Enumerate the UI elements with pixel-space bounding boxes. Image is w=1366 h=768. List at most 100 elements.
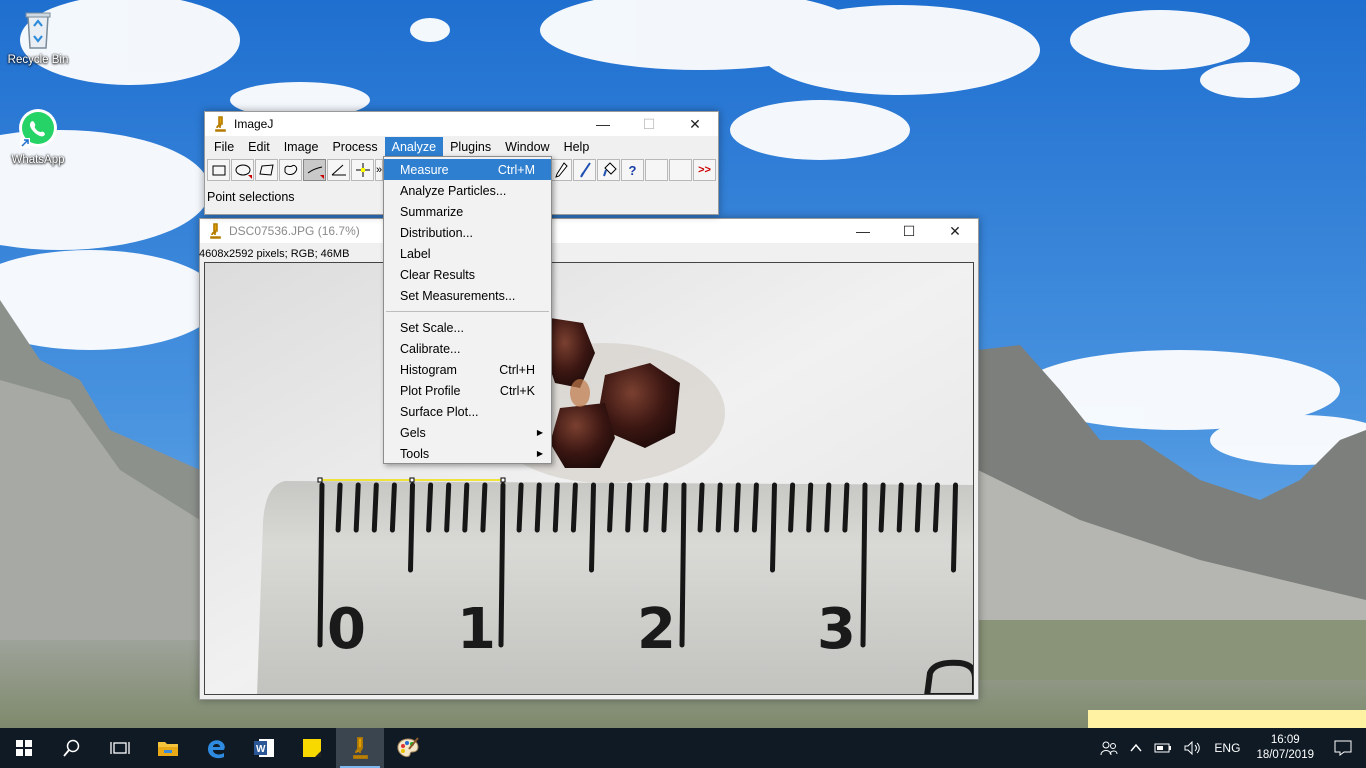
imagej-titlebar[interactable]: ImageJ — ☐ ✕: [205, 112, 718, 136]
ruler-tick: [824, 482, 832, 533]
oval-tool[interactable]: [231, 159, 254, 181]
volume-icon[interactable]: [1178, 741, 1208, 755]
dropper-tool[interactable]: [549, 159, 572, 181]
menu-item-calibrate[interactable]: Calibrate...: [384, 338, 551, 359]
search-button[interactable]: [48, 728, 96, 768]
language-indicator[interactable]: ENG: [1208, 741, 1246, 755]
menu-edit[interactable]: Edit: [241, 137, 277, 157]
desktop-icon-whatsapp[interactable]: WhatsApp: [0, 108, 76, 166]
clock-date: 18/07/2019: [1256, 749, 1314, 761]
imagej-menubar: File Edit Image Process Analyze Plugins …: [205, 136, 718, 158]
paint-button[interactable]: [384, 728, 432, 768]
menu-item-summarize[interactable]: Summarize: [384, 201, 551, 222]
image-canvas[interactable]: 0 1 2 3: [204, 262, 974, 695]
clock[interactable]: 16:09 18/07/2019: [1246, 733, 1324, 763]
battery-icon[interactable]: [1148, 742, 1178, 754]
maximize-button: ☐: [642, 115, 656, 132]
more-tools[interactable]: »: [375, 159, 383, 181]
menu-process[interactable]: Process: [325, 137, 384, 157]
menu-item-set-measurements[interactable]: Set Measurements...: [384, 285, 551, 306]
edge-browser-button[interactable]: [192, 728, 240, 768]
menu-item-set-scale[interactable]: Set Scale...: [384, 317, 551, 338]
ruler-tick: [534, 482, 542, 533]
menu-item-label: Gels: [400, 425, 426, 440]
flood-fill-tool[interactable]: [597, 159, 620, 181]
brush-tool[interactable]: [573, 159, 596, 181]
menu-window[interactable]: Window: [498, 137, 556, 157]
blank-tool-2[interactable]: [669, 159, 692, 181]
selection-handle: [500, 477, 506, 483]
submenu-arrow-icon: ▶: [536, 449, 543, 458]
blank-tool-1[interactable]: [645, 159, 668, 181]
more-tools-menu[interactable]: >>: [693, 159, 716, 181]
file-explorer-button[interactable]: [144, 728, 192, 768]
menu-item-tools[interactable]: Tools ▶: [384, 443, 551, 464]
word-button[interactable]: W: [240, 728, 288, 768]
menu-plugins[interactable]: Plugins: [443, 137, 498, 157]
menu-item-measure[interactable]: Measure Ctrl+M: [384, 159, 551, 180]
ruler-tick: [607, 482, 615, 533]
ruler-tick: [570, 482, 578, 533]
menu-item-label: Label: [400, 246, 431, 261]
minimize-button[interactable]: —: [840, 219, 886, 243]
ruler-tick: [408, 482, 415, 573]
notifications-icon[interactable]: [1324, 740, 1366, 756]
menu-item-surface-plot[interactable]: Surface Plot...: [384, 401, 551, 422]
image-window-titlebar[interactable]: DSC07536.JPG (16.7%) — ☐ ✕: [200, 219, 978, 243]
ruler-tick: [679, 482, 687, 648]
menu-help[interactable]: Help: [557, 137, 597, 157]
menu-item-analyze-particles[interactable]: Analyze Particles...: [384, 180, 551, 201]
ruler-tick: [932, 482, 940, 533]
close-button[interactable]: ✕: [672, 112, 718, 136]
angle-tool[interactable]: [327, 159, 350, 181]
menu-analyze[interactable]: Analyze: [384, 137, 444, 157]
imagej-taskbar-button[interactable]: [336, 728, 384, 768]
recycle-bin-icon: [18, 8, 58, 52]
windows-logo-icon: [16, 740, 32, 756]
menu-item-gels[interactable]: Gels ▶: [384, 422, 551, 443]
menu-item-shortcut: Ctrl+H: [499, 362, 535, 377]
menu-item-distribution[interactable]: Distribution...: [384, 222, 551, 243]
people-icon[interactable]: [1094, 740, 1124, 756]
minimize-button[interactable]: —: [580, 112, 626, 136]
ruler-tick: [643, 482, 651, 533]
menu-item-label: Summarize: [400, 204, 464, 219]
polygon-tool[interactable]: [255, 159, 278, 181]
task-view-button[interactable]: [96, 728, 144, 768]
sticky-notes-icon: [303, 739, 321, 757]
menu-item-shortcut: Ctrl+M: [497, 162, 535, 177]
chevron-up-icon[interactable]: [1124, 743, 1148, 753]
close-button[interactable]: ✕: [932, 219, 978, 243]
point-tool[interactable]: [351, 159, 374, 181]
ruler-tick: [371, 482, 379, 533]
search-icon: [63, 739, 80, 757]
menu-item-label: Distribution...: [400, 225, 473, 240]
menu-item-label: Analyze Particles...: [400, 183, 507, 198]
ruler-tick: [353, 482, 361, 533]
menu-item-label: Surface Plot...: [400, 404, 479, 419]
ruler-tick: [498, 482, 506, 648]
menu-file[interactable]: File: [207, 137, 241, 157]
ruler-tick: [770, 482, 777, 573]
menu-item-clear-results[interactable]: Clear Results: [384, 264, 551, 285]
desktop-icon-recycle-bin[interactable]: Recycle Bin: [0, 8, 76, 66]
freehand-tool[interactable]: [279, 159, 302, 181]
rectangle-tool[interactable]: [207, 159, 230, 181]
menu-image[interactable]: Image: [277, 137, 326, 157]
imagej-microscope-icon: [212, 116, 228, 132]
menu-item-plot-profile[interactable]: Plot Profile Ctrl+K: [384, 380, 551, 401]
whatsapp-icon: [18, 108, 58, 152]
start-button[interactable]: [0, 728, 48, 768]
paint-palette-icon: [397, 737, 419, 757]
sticky-notes-button[interactable]: [288, 728, 336, 768]
line-tool[interactable]: [303, 159, 326, 181]
ruler-tick: [661, 482, 669, 533]
help-tool[interactable]: ?: [621, 159, 644, 181]
folder-icon: [158, 742, 178, 756]
maximize-button[interactable]: ☐: [886, 219, 932, 243]
ruler-tick: [389, 482, 397, 533]
menu-item-label-tool[interactable]: Label: [384, 243, 551, 264]
menu-item-histogram[interactable]: Histogram Ctrl+H: [384, 359, 551, 380]
ruler-tick: [552, 482, 560, 533]
ruler-tick: [951, 482, 958, 573]
